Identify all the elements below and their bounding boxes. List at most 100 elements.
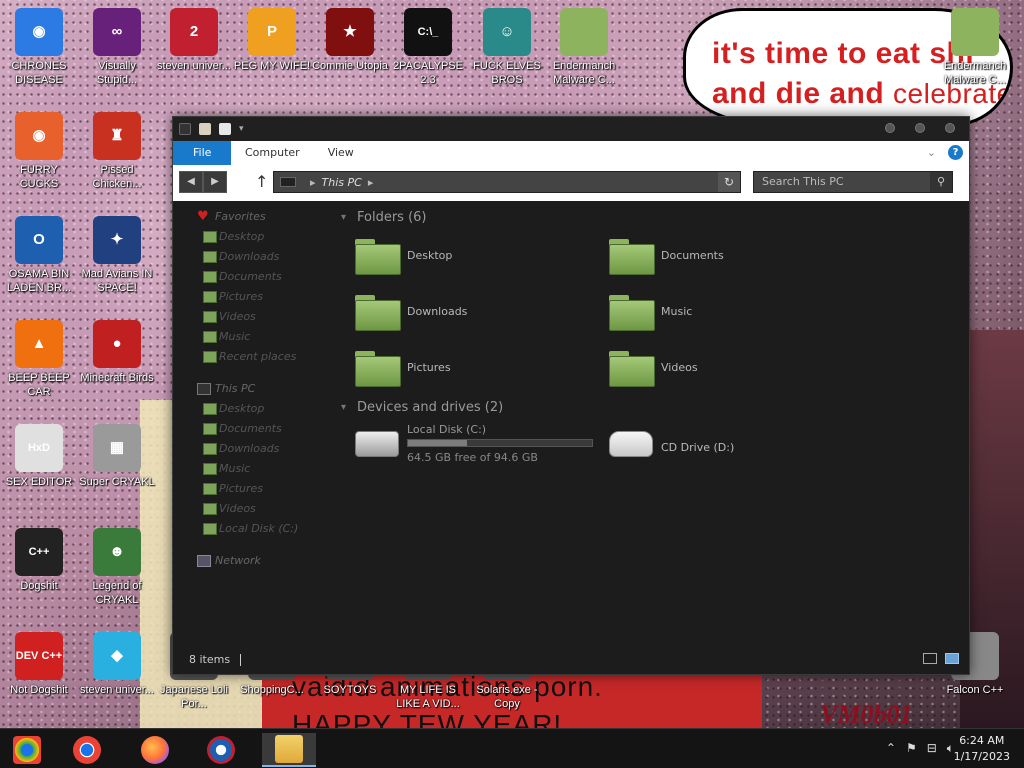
expand-ribbon-icon[interactable]: ⌄ [927, 146, 936, 159]
nav-item[interactable]: Pictures [187, 479, 327, 499]
folder-tile[interactable]: Videos [595, 347, 845, 391]
collapse-arrow-icon[interactable]: ▾ [341, 397, 346, 419]
taskbar-app-chrome-alt[interactable] [0, 733, 54, 767]
drives-group-header[interactable]: ▾ Devices and drives (2) [341, 397, 961, 419]
desktop-icon[interactable]: ♜ Pissed Chicken... [78, 112, 156, 191]
nav-this-pc-label: This PC [215, 382, 256, 395]
desktop-icon[interactable]: HxD SEX EDITOR [0, 424, 78, 489]
back-button[interactable]: ◀ [179, 171, 203, 193]
clock-date: 1/17/2023 [953, 750, 1010, 763]
tab-file[interactable]: File [173, 141, 231, 165]
taskbar-app-file-explorer[interactable] [262, 733, 316, 767]
nav-item[interactable]: Downloads [187, 247, 327, 267]
up-arrow-icon[interactable]: ↑ [255, 172, 268, 191]
desktop-icon[interactable]: ∞ Visually Stupid... [78, 8, 156, 87]
nav-item[interactable]: Videos [187, 499, 327, 519]
desktop-icon[interactable]: C:\_ 2PACALYPSE 2.3 [389, 8, 467, 87]
desktop-icon[interactable]: Endermanch Malware C... [936, 8, 1014, 87]
drive-local-disk[interactable]: Local Disk (C:) 64.5 GB free of 94.6 GB [341, 421, 593, 477]
desktop-icon[interactable]: ★ Commie Utopia [311, 8, 389, 73]
clock[interactable]: 6:24 AM 1/17/2023 [954, 733, 1010, 765]
nav-favorites[interactable]: ♥ Favorites [187, 207, 327, 227]
app-icon [560, 8, 608, 56]
drive-cd[interactable]: CD Drive (D:) [595, 421, 845, 477]
folder-icon [355, 239, 401, 275]
desktop-icon[interactable]: ▲ BEEP BEEP CAR [0, 320, 78, 399]
app-icon: C++ [15, 528, 63, 576]
nav-network-label: Network [215, 554, 261, 567]
nav-this-pc[interactable]: This PC [187, 379, 327, 399]
taskbar-app-chrome[interactable] [60, 733, 114, 767]
maximize-button[interactable] [915, 123, 925, 133]
details-view-icon[interactable] [923, 653, 937, 664]
folder-tile[interactable]: Pictures [341, 347, 591, 391]
taskbar-app-firefox[interactable] [128, 733, 182, 767]
forward-button[interactable]: ▶ [203, 171, 227, 193]
breadcrumb-chevron-icon[interactable]: ▸ [368, 176, 374, 189]
window-icon[interactable] [179, 123, 191, 135]
desktop-icon[interactable]: ☻ Legend of CRYAKL [78, 528, 156, 607]
folder-tile[interactable]: Desktop [341, 235, 591, 279]
breadcrumb-this-pc[interactable]: This PC [322, 176, 362, 189]
tab-computer[interactable]: Computer [231, 141, 314, 165]
file-explorer-window[interactable]: ▾ File Computer View ⌄ ? ◀ ▶ ↑ ▸ This PC… [172, 116, 970, 675]
nav-item[interactable]: Pictures [187, 287, 327, 307]
tiles-view-icon[interactable] [945, 653, 959, 664]
desktop-icon[interactable]: ◉ FURRY CUCKS [0, 112, 78, 191]
desktop-icon[interactable]: ▦ Super CRYAKL [78, 424, 156, 489]
close-button[interactable] [945, 123, 955, 133]
properties-icon[interactable] [199, 123, 211, 135]
search-icon[interactable]: ⚲ [930, 172, 952, 192]
app-icon: ★ [326, 8, 374, 56]
folders-group-header[interactable]: ▾ Folders (6) [341, 207, 961, 229]
nav-item[interactable]: Videos [187, 307, 327, 327]
this-pc-icon [197, 383, 211, 395]
app-icon: ▲ [15, 320, 63, 368]
nav-item[interactable]: Local Disk (C:) [187, 519, 327, 539]
drive-capacity-fill [408, 440, 467, 446]
folder-tile[interactable]: Documents [595, 235, 845, 279]
desktop-icon[interactable]: ☺ FUCK ELVES BROS [468, 8, 546, 87]
help-icon[interactable]: ? [948, 145, 963, 160]
desktop-icon[interactable]: P PEG MY WIFE! [233, 8, 311, 73]
breadcrumb-separator-icon[interactable]: ▸ [310, 176, 316, 189]
desktop-icon[interactable]: ● Minecraft Birds [78, 320, 156, 385]
folder-tile[interactable]: Music [595, 291, 845, 335]
minimize-button[interactable] [885, 123, 895, 133]
nav-item[interactable]: Desktop [187, 227, 327, 247]
refresh-button[interactable]: ↻ [718, 172, 740, 192]
nav-item[interactable]: Downloads [187, 439, 327, 459]
nav-network[interactable]: Network [187, 551, 327, 571]
nav-item-label: Recent places [219, 350, 297, 363]
title-bar[interactable]: ▾ [173, 117, 969, 141]
nav-item[interactable]: Desktop [187, 399, 327, 419]
search-input[interactable]: Search This PC ⚲ [753, 171, 953, 193]
nav-item-label: Music [219, 330, 251, 343]
flag-icon[interactable]: ⚑ [906, 741, 917, 756]
nav-item[interactable]: Music [187, 327, 327, 347]
nav-item[interactable]: Music [187, 459, 327, 479]
desktop-icon[interactable]: Endermanch Malware C... [545, 8, 623, 87]
collapse-arrow-icon[interactable]: ▾ [341, 207, 346, 229]
address-bar[interactable]: ▸ This PC ▸ [273, 171, 741, 193]
desktop-icon[interactable]: C++ Dogshit [0, 528, 78, 593]
navigation-pane: ♥ Favorites Desktop Downloads Documents Pict… [187, 207, 327, 571]
app-icon: ☺ [483, 8, 531, 56]
desktop-icon[interactable]: 2 steven univer... [155, 8, 233, 73]
nav-item[interactable]: Documents [187, 267, 327, 287]
network-tray-icon[interactable]: ⊟ [927, 741, 937, 756]
customize-toolbar-icon[interactable]: ▾ [239, 124, 244, 134]
desktop-icon[interactable]: ✦ Mad Avians IN SPACE! [78, 216, 156, 295]
desktop-icon[interactable]: ◆ steven univer... [78, 632, 156, 697]
show-hidden-icons-icon[interactable]: ⌃ [886, 741, 896, 756]
desktop-icon[interactable]: DEV C++ Not Dogshit [0, 632, 78, 697]
tab-view[interactable]: View [314, 141, 368, 165]
nav-item[interactable]: Documents [187, 419, 327, 439]
taskbar-app-obama[interactable] [194, 733, 248, 767]
folder-icon [203, 483, 217, 495]
nav-item[interactable]: Recent places [187, 347, 327, 367]
new-folder-icon[interactable] [219, 123, 231, 135]
desktop-icon[interactable]: O OSAMA BIN LADEN BR... [0, 216, 78, 295]
desktop-icon[interactable]: ◉ CHRONES DISEASE [0, 8, 78, 87]
folder-tile[interactable]: Downloads [341, 291, 591, 335]
